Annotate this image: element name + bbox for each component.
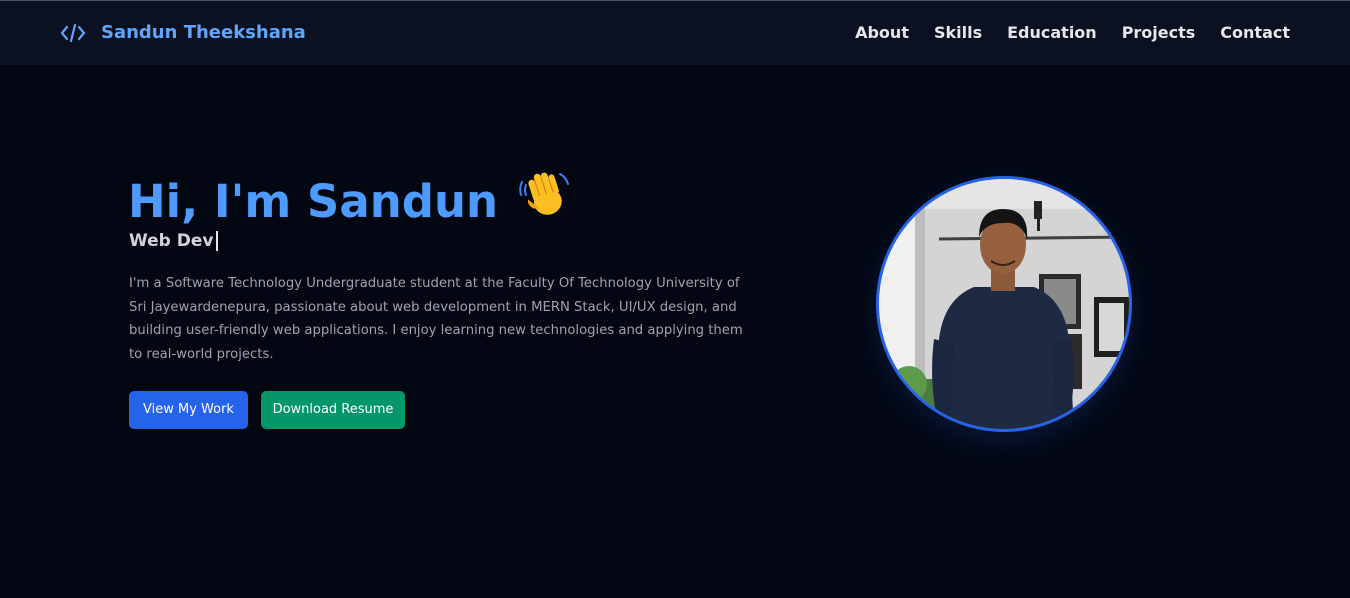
nav-contact[interactable]: Contact xyxy=(1220,22,1290,44)
nav-education[interactable]: Education xyxy=(1007,22,1097,44)
nav-skills[interactable]: Skills xyxy=(934,22,982,44)
main-nav: About Skills Education Projects Contact xyxy=(855,22,1290,44)
hero-title: Hi, I'm Sandun xyxy=(128,168,572,236)
site-header: Sandun Theekshana About Skills Education… xyxy=(0,1,1350,65)
brand[interactable]: Sandun Theekshana xyxy=(60,21,306,45)
profile-photo xyxy=(876,176,1132,432)
typing-cursor xyxy=(215,231,218,251)
view-work-button[interactable]: View My Work xyxy=(129,391,248,429)
waving-hand-icon xyxy=(498,168,572,236)
hero-bio: I'm a Software Technology Undergraduate … xyxy=(129,276,743,362)
hero-title-text: Hi, I'm Sandun xyxy=(128,175,499,228)
download-resume-button[interactable]: Download Resume xyxy=(261,391,405,429)
role-text: Web Dev xyxy=(129,231,214,251)
nav-projects[interactable]: Projects xyxy=(1122,22,1196,44)
nav-about[interactable]: About xyxy=(855,22,909,44)
code-icon xyxy=(60,22,86,44)
typing-role: Web Dev xyxy=(129,229,218,253)
brand-name: Sandun Theekshana xyxy=(101,22,306,43)
